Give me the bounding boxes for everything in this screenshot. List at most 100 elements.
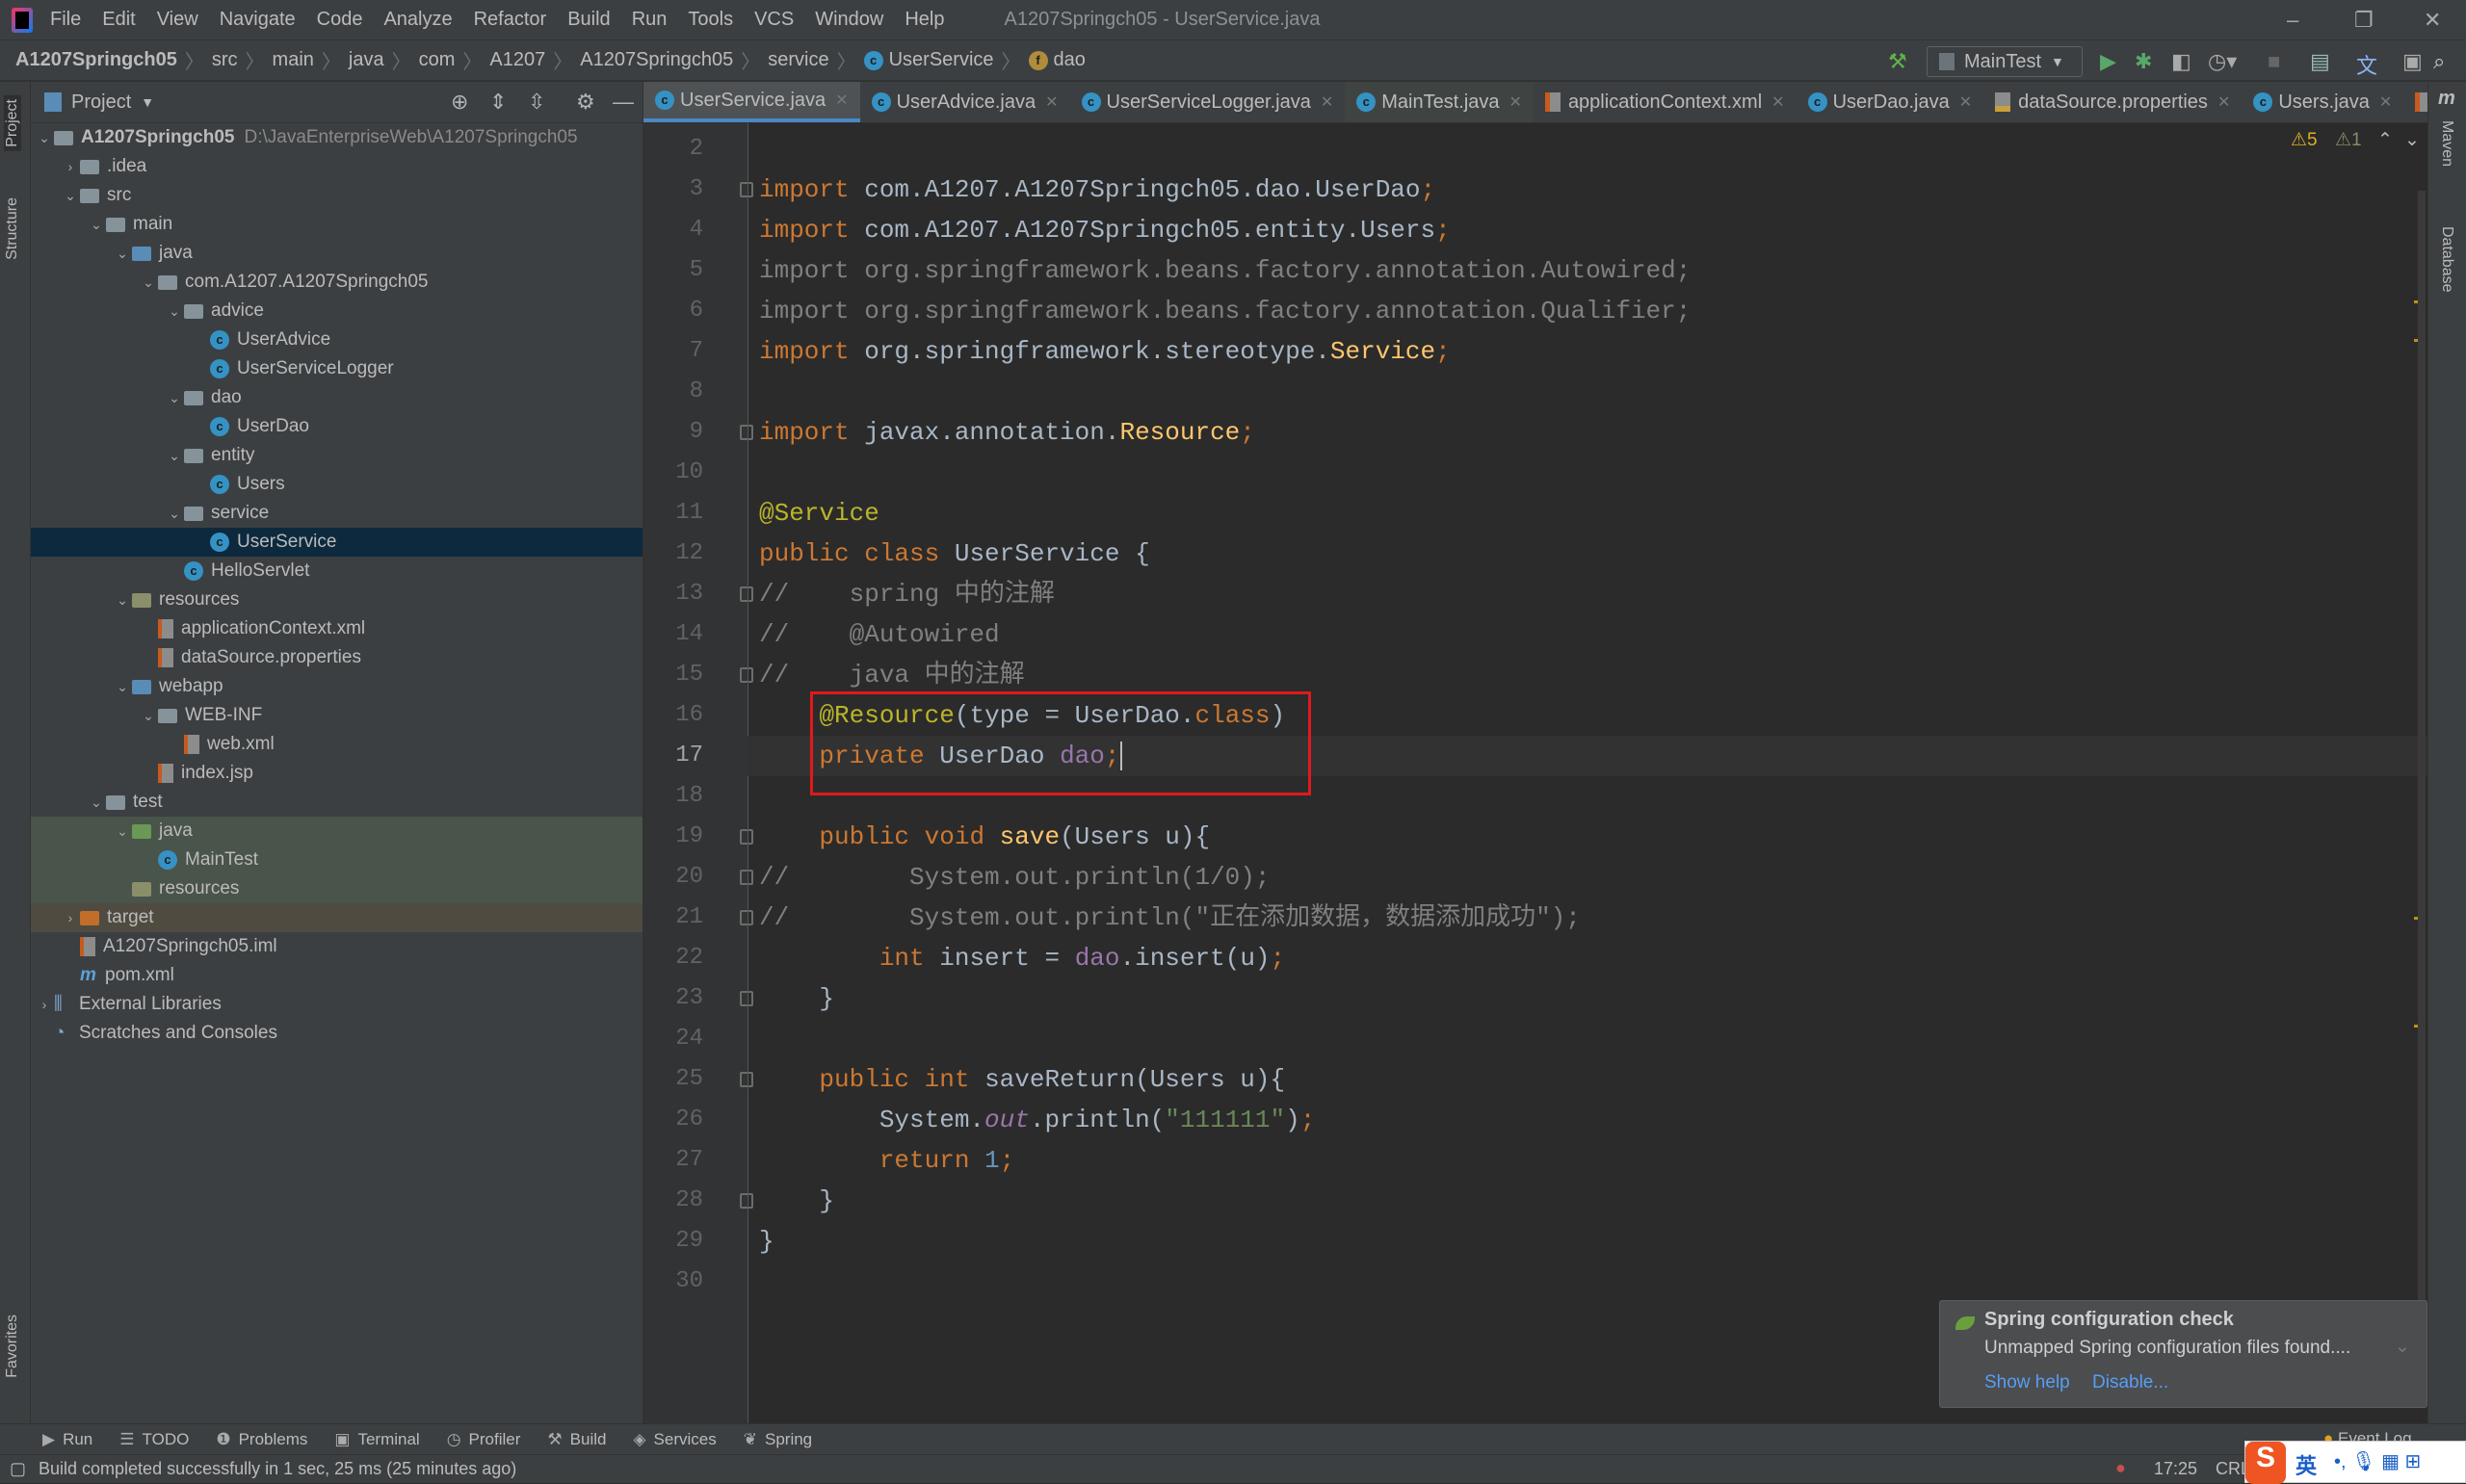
code-line[interactable]: import org.springframework.beans.factory…	[759, 250, 1691, 291]
fold-marker-icon[interactable]	[740, 991, 753, 1006]
warnings-indicator[interactable]: ⚠5	[2291, 129, 2318, 151]
expand-all-icon[interactable]: ⇕	[489, 90, 507, 115]
fold-marker-icon[interactable]	[740, 425, 753, 440]
tree-item[interactable]: A1207Springch05.iml	[31, 932, 643, 961]
status-toggle-icon[interactable]: ▢	[10, 1459, 26, 1479]
tool-build[interactable]: ⚒ Build	[547, 1430, 606, 1449]
ime-toolbar[interactable]: S 英 •, 🎙 ▦ ⊞	[2244, 1441, 2466, 1484]
favorites-tool-tab[interactable]: Favorites	[4, 1315, 21, 1378]
tab-applicationcontext-xml[interactable]: applicationContext.xml ✕	[1534, 82, 1797, 122]
chevron-down-icon[interactable]: ⌄	[165, 303, 184, 320]
coverage-icon[interactable]: ◧	[2171, 49, 2191, 74]
tree-item[interactable]: ◔ Scratches and Consoles	[31, 1019, 643, 1048]
tree-item[interactable]: c UserAdvice	[31, 325, 643, 354]
close-window-button[interactable]: ✕	[2424, 8, 2441, 33]
breadcrumb-item[interactable]: java	[349, 49, 384, 71]
chevron-down-icon[interactable]: ⌄	[165, 506, 184, 522]
code-line[interactable]: public int saveReturn(Users u){	[759, 1059, 1285, 1100]
collapse-all-icon[interactable]: ⇳	[528, 90, 545, 115]
breadcrumb-item[interactable]: f dao	[1028, 49, 1086, 71]
tool-terminal[interactable]: ▣ Terminal	[334, 1430, 419, 1449]
tree-item[interactable]: ⌄ dao	[31, 383, 643, 412]
code-line[interactable]: }	[759, 1221, 774, 1262]
code-line[interactable]: int insert = dao.insert(u);	[759, 938, 1285, 978]
tab-userservicelogger-java[interactable]: c UserServiceLogger.java ✕	[1070, 82, 1346, 122]
stop-icon[interactable]: ■	[2268, 49, 2280, 74]
close-tab-icon[interactable]: ✕	[2379, 92, 2392, 112]
show-help-link[interactable]: Show help	[1984, 1372, 2070, 1393]
tree-item[interactable]: ⌄ entity	[31, 441, 643, 470]
tree-item[interactable]: c UserService	[31, 528, 643, 557]
chevron-down-icon[interactable]: ⌄	[113, 246, 132, 262]
chevron-down-icon[interactable]: ⌄	[87, 794, 106, 811]
code-line[interactable]: System.out.println("111111");	[759, 1100, 1316, 1140]
code-line[interactable]: return 1;	[759, 1140, 1014, 1181]
breadcrumb-item[interactable]: A1207Springch05	[580, 49, 733, 71]
chevron-down-icon[interactable]: ⌄	[113, 823, 132, 840]
close-tab-icon[interactable]: ✕	[1045, 92, 1058, 112]
code-line[interactable]: // System.out.println(1/0);	[759, 857, 1271, 898]
project-view-select[interactable]: Project	[71, 91, 131, 114]
tree-item[interactable]: resources	[31, 874, 643, 903]
next-highlight-button[interactable]: ⌄	[2404, 129, 2420, 151]
tree-item[interactable]: › target	[31, 903, 643, 932]
tree-item[interactable]: ⌄ main	[31, 210, 643, 239]
previous-highlight-button[interactable]: ⌃	[2377, 129, 2393, 151]
chevron-down-icon[interactable]: ⌄	[139, 274, 158, 291]
menu-run[interactable]: Run	[632, 9, 668, 31]
menu-window[interactable]: Window	[815, 9, 883, 31]
code-line[interactable]: // java 中的注解	[759, 655, 1025, 695]
tree-item[interactable]: c MainTest	[31, 846, 643, 874]
gear-icon[interactable]: ⚙	[576, 90, 595, 115]
breadcrumb-item[interactable]: service	[768, 49, 828, 71]
chevron-down-icon[interactable]: ⌄	[87, 217, 106, 233]
tree-item[interactable]: › ⫼ External Libraries	[31, 990, 643, 1019]
tree-item[interactable]: c UserServiceLogger	[31, 354, 643, 383]
menu-tools[interactable]: Tools	[688, 9, 733, 31]
fold-marker-icon[interactable]	[740, 182, 753, 197]
build-hammer-icon[interactable]: ⚒	[1888, 49, 1907, 74]
chevron-down-icon[interactable]: ⌄	[165, 448, 184, 464]
chevron-down-icon[interactable]: ⌄	[113, 592, 132, 609]
menu-navigate[interactable]: Navigate	[220, 9, 296, 31]
chevron-down-icon[interactable]: ⌄	[61, 188, 80, 204]
breadcrumb-item[interactable]: src	[212, 49, 238, 71]
breadcrumb-item[interactable]: A1207Springch05	[15, 49, 177, 71]
code-line[interactable]: }	[759, 1181, 834, 1221]
locate-icon[interactable]: ⊕	[451, 90, 468, 115]
breadcrumb-item[interactable]: main	[273, 49, 314, 71]
menu-file[interactable]: File	[50, 9, 81, 31]
search-icon[interactable]: ⌕	[2433, 49, 2445, 74]
tool-services[interactable]: ◈ Services	[633, 1430, 716, 1449]
caret-position[interactable]: 17:25	[2154, 1459, 2197, 1479]
menu-vcs[interactable]: VCS	[754, 9, 794, 31]
code-line[interactable]: import com.A1207.A1207Springch05.dao.Use…	[759, 169, 1435, 210]
code-line[interactable]: public class UserService {	[759, 534, 1150, 574]
close-tab-icon[interactable]: ✕	[2217, 92, 2230, 112]
tree-item[interactable]: c HelloServlet	[31, 557, 643, 586]
chevron-down-icon[interactable]: ⌄	[35, 130, 54, 146]
tree-item[interactable]: › .idea	[31, 152, 643, 181]
tree-item[interactable]: ⌄ com.A1207.A1207Springch05	[31, 268, 643, 297]
tree-item[interactable]: ⌄ webapp	[31, 672, 643, 701]
tool-problems[interactable]: ❶ Problems	[216, 1430, 307, 1449]
chevron-right-icon[interactable]: ›	[35, 997, 54, 1012]
code-line[interactable]: import com.A1207.A1207Springch05.entity.…	[759, 210, 1451, 250]
run-icon[interactable]: ▶	[2100, 49, 2116, 74]
menu-build[interactable]: Build	[567, 9, 610, 31]
editor-scrollbar[interactable]	[2418, 191, 2426, 1346]
ime-language[interactable]: 英	[2295, 1449, 2317, 1480]
structure-tool-tab[interactable]: Structure	[4, 197, 21, 260]
tool-run[interactable]: ▶ Run	[42, 1430, 92, 1449]
breadcrumb-item[interactable]: com	[419, 49, 456, 71]
tree-item[interactable]: ⌄ service	[31, 499, 643, 528]
fold-marker-icon[interactable]	[740, 1193, 753, 1209]
chevron-down-icon[interactable]: ⌄	[113, 679, 132, 695]
project-structure-icon[interactable]: ▤	[2310, 49, 2330, 74]
hide-panel-icon[interactable]: —	[613, 90, 634, 115]
fold-marker-icon[interactable]	[740, 870, 753, 885]
code-line[interactable]: public void save(Users u){	[759, 817, 1210, 857]
tree-item[interactable]: ⌄ A1207Springch05 D:\JavaEnterpriseWeb\A12…	[31, 123, 643, 152]
chevron-right-icon[interactable]: ›	[61, 910, 80, 925]
chevron-down-icon[interactable]: ⌄	[165, 390, 184, 406]
